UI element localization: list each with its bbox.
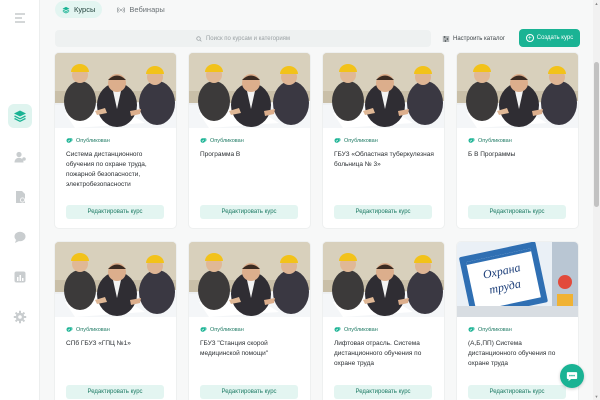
course-card[interactable]: Опубликован СПб ГБУЗ «ГПЦ №1» Редактиров…: [55, 242, 176, 400]
edit-course-button[interactable]: Редактировать курс: [334, 205, 432, 219]
status-label: Опубликован: [210, 326, 244, 333]
course-cover-image: [323, 53, 444, 128]
edit-course-button[interactable]: Редактировать курс: [468, 385, 566, 399]
course-title: (А,Б,ПП) Система дистанционного обучения…: [468, 340, 556, 367]
status-badge: Опубликован: [200, 326, 244, 333]
layers-icon: [62, 6, 70, 13]
course-card[interactable]: Опубликован Лифтовая отрасль. Система ди…: [323, 242, 444, 400]
published-icon: [66, 326, 73, 332]
course-cover-image: [457, 53, 578, 128]
search-icon: [196, 35, 202, 42]
scroll-down-arrow[interactable]: ▼: [594, 394, 599, 399]
tab-bar: Курсы Вебинары: [55, 0, 172, 19]
search-input[interactable]: Поиск по курсам и категориям: [55, 30, 431, 47]
scroll-up-arrow[interactable]: ▲: [594, 1, 599, 6]
status-label: Опубликован: [344, 326, 378, 333]
tab-webinars[interactable]: Вебинары: [110, 1, 171, 18]
published-icon: [334, 137, 341, 143]
chat-bubble-icon: [566, 372, 578, 382]
status-badge: Опубликован: [468, 137, 512, 144]
course-cover-image: [55, 53, 176, 128]
status-label: Опубликован: [210, 137, 244, 144]
course-title: ГБУЗ «Областная туберкулезная больница №…: [334, 151, 434, 168]
status-label: Опубликован: [76, 137, 110, 144]
course-card[interactable]: Опубликован Б В Программы Редактировать …: [457, 53, 578, 228]
published-icon: [334, 326, 341, 332]
course-title: Программа В: [200, 151, 241, 158]
support-chat-button[interactable]: [560, 364, 584, 388]
users-icon[interactable]: [8, 145, 32, 169]
tab-courses[interactable]: Курсы: [55, 1, 103, 18]
status-badge: Опубликован: [66, 137, 110, 144]
status-badge: Опубликован: [200, 137, 244, 144]
plus-icon: +: [525, 34, 534, 42]
configure-catalog-button[interactable]: Настроить каталог: [442, 30, 505, 47]
status-label: Опубликован: [478, 326, 512, 333]
chat-icon[interactable]: [8, 225, 32, 249]
course-cover-image: [55, 242, 176, 317]
status-badge: Опубликован: [334, 326, 378, 333]
course-cover-image: Охрана труда: [457, 242, 578, 317]
edit-course-button[interactable]: Редактировать курс: [66, 205, 164, 219]
broadcast-icon: [117, 6, 126, 13]
edit-course-button[interactable]: Редактировать курс: [66, 385, 164, 399]
published-icon: [468, 137, 475, 143]
scrollbar[interactable]: ▲ ▼: [593, 0, 600, 400]
course-cover-image: [323, 242, 444, 317]
course-title: Система дистанционного обучения по охран…: [66, 151, 147, 188]
create-course-button[interactable]: + Создать курс: [519, 29, 580, 47]
course-title: Лифтовая отрасль. Система дистанционного…: [334, 340, 422, 367]
course-card[interactable]: Опубликован ГБУЗ «Областная туберкулезна…: [323, 53, 444, 228]
published-icon: [200, 137, 207, 143]
gear-icon[interactable]: [8, 305, 32, 329]
edit-course-button[interactable]: Редактировать курс: [200, 205, 298, 219]
course-title: Б В Программы: [468, 151, 516, 158]
edit-course-button[interactable]: Редактировать курс: [334, 385, 432, 399]
course-card[interactable]: Опубликован Программа В Редактировать ку…: [189, 53, 310, 228]
edit-course-button[interactable]: Редактировать курс: [468, 205, 566, 219]
tab-courses-label: Курсы: [74, 5, 96, 14]
status-badge: Опубликован: [66, 326, 110, 333]
published-icon: [66, 137, 73, 143]
edit-course-button[interactable]: Редактировать курс: [200, 385, 298, 399]
search-placeholder: Поиск по курсам и категориям: [205, 35, 291, 42]
main-content: Курсы Вебинары Поиск по курсам и категор…: [40, 0, 586, 400]
course-title: ГБУЗ "Станция скорой медицинской помощи": [200, 340, 269, 357]
course-cover-image: [189, 53, 310, 128]
create-course-label: Создать курс: [536, 35, 574, 41]
course-cover-image: [189, 242, 310, 317]
document-icon[interactable]: [8, 185, 32, 209]
layers-icon[interactable]: [8, 104, 32, 128]
status-label: Опубликован: [478, 137, 512, 144]
configure-catalog-label: Настроить каталог: [453, 35, 506, 42]
published-icon: [468, 326, 475, 332]
menu-icon[interactable]: [8, 6, 32, 30]
status-label: Опубликован: [76, 326, 110, 333]
course-card[interactable]: Опубликован Система дистанционного обуче…: [55, 53, 176, 228]
course-title: СПб ГБУЗ «ГПЦ №1»: [66, 340, 131, 347]
status-label: Опубликован: [344, 137, 378, 144]
published-icon: [200, 326, 207, 332]
chart-icon[interactable]: [8, 265, 32, 289]
status-badge: Опубликован: [334, 137, 378, 144]
tab-webinars-label: Вебинары: [129, 5, 165, 14]
scroll-thumb[interactable]: [594, 62, 599, 207]
course-card[interactable]: Опубликован ГБУЗ "Станция скорой медицин…: [189, 242, 310, 400]
status-badge: Опубликован: [468, 326, 512, 333]
sidebar: [0, 0, 40, 400]
sliders-icon: [442, 35, 450, 42]
